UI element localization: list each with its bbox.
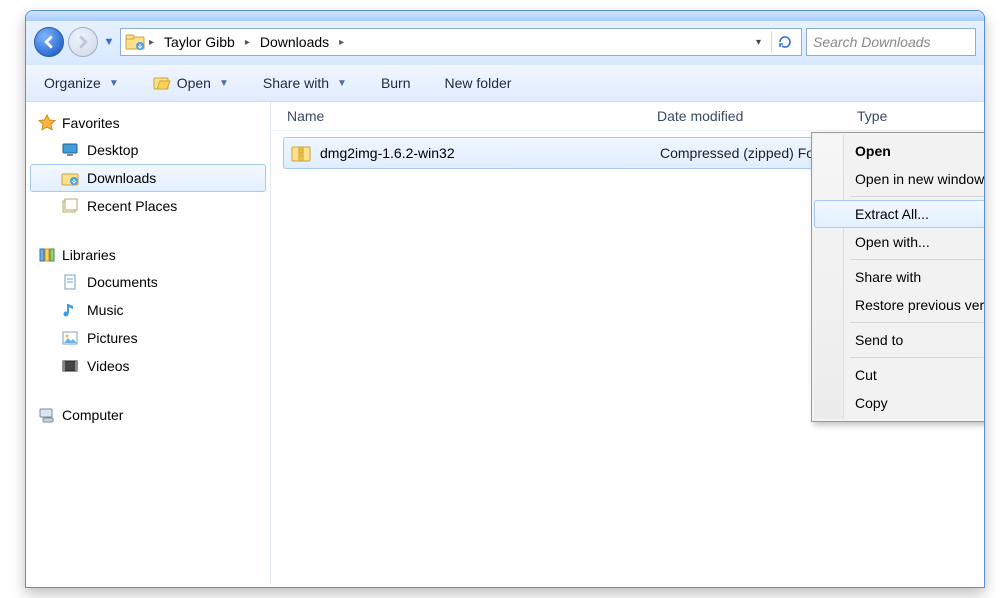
side-label: Music xyxy=(87,302,124,318)
forward-button[interactable] xyxy=(68,27,98,57)
ctx-restore-versions[interactable]: Restore previous versions xyxy=(814,291,985,319)
address-bar[interactable]: ▸ Taylor Gibb ▸ Downloads ▸ ▾ xyxy=(120,28,802,56)
col-type[interactable]: Type xyxy=(857,108,887,124)
downloads-icon xyxy=(61,169,79,187)
open-icon xyxy=(153,74,171,92)
refresh-button[interactable] xyxy=(771,31,797,53)
breadcrumb-seg-user[interactable]: Taylor Gibb xyxy=(158,32,241,52)
explorer-body: Favorites Desktop Downloads Recent Place… xyxy=(26,102,984,584)
sidebar-item-documents[interactable]: Documents xyxy=(30,268,266,296)
libraries-icon xyxy=(38,246,56,264)
toolbar-label: Open xyxy=(177,75,211,91)
toolbar: Organize ▼ Open ▼ Share with ▼ Burn New fol… xyxy=(26,65,984,102)
organize-button[interactable]: Organize ▼ xyxy=(40,72,123,94)
chevron-right-icon: ▸ xyxy=(245,37,250,48)
side-label: Favorites xyxy=(62,115,120,131)
side-label: Desktop xyxy=(87,142,138,158)
explorer-window: ▼ ▸ Taylor Gibb ▸ Downloads ▸ ▾ Search D… xyxy=(25,10,985,588)
zip-folder-icon xyxy=(290,142,312,164)
nav-bar: ▼ ▸ Taylor Gibb ▸ Downloads ▸ ▾ Search D… xyxy=(26,21,984,65)
sidebar-item-music[interactable]: Music xyxy=(30,296,266,324)
col-date[interactable]: Date modified xyxy=(657,108,857,124)
file-name: dmg2img-1.6.2-win32 xyxy=(320,145,660,161)
favorites-header[interactable]: Favorites xyxy=(30,110,266,136)
toolbar-label: Burn xyxy=(381,75,411,91)
ctx-label: Send to xyxy=(855,332,903,348)
toolbar-label: Organize xyxy=(44,75,101,91)
documents-icon xyxy=(61,273,79,291)
side-label: Downloads xyxy=(87,170,156,186)
side-label: Pictures xyxy=(87,330,138,346)
recent-places-icon xyxy=(61,197,79,215)
star-icon xyxy=(38,114,56,132)
folder-icon xyxy=(125,32,145,52)
separator xyxy=(850,322,985,323)
file-list-pane: Name Date modified Type dmg2img-1.6.2-wi… xyxy=(271,102,984,584)
separator xyxy=(850,196,985,197)
ctx-open-new-window[interactable]: Open in new window xyxy=(814,165,985,193)
pictures-icon xyxy=(61,329,79,347)
separator xyxy=(850,259,985,260)
libraries-header[interactable]: Libraries xyxy=(30,242,266,268)
search-input[interactable]: Search Downloads xyxy=(806,28,976,56)
open-button[interactable]: Open ▼ xyxy=(149,71,233,95)
side-label: Documents xyxy=(87,274,158,290)
burn-button[interactable]: Burn xyxy=(377,72,415,94)
nav-history-dropdown[interactable]: ▼ xyxy=(102,36,116,48)
share-with-button[interactable]: Share with ▼ xyxy=(259,72,351,94)
address-dropdown[interactable]: ▾ xyxy=(750,37,767,48)
computer-header[interactable]: Computer xyxy=(30,402,266,428)
new-folder-button[interactable]: New folder xyxy=(441,72,516,94)
separator xyxy=(850,357,985,358)
caret-down-icon: ▼ xyxy=(219,78,229,89)
ctx-label: Share with xyxy=(855,269,921,285)
side-label: Computer xyxy=(62,407,123,423)
ctx-extract-all[interactable]: Extract All... xyxy=(814,200,985,228)
caret-down-icon: ▼ xyxy=(337,78,347,89)
side-label: Libraries xyxy=(62,247,116,263)
ctx-copy[interactable]: Copy xyxy=(814,389,985,417)
sidebar-item-downloads[interactable]: Downloads xyxy=(30,164,266,192)
sidebar-item-recent-places[interactable]: Recent Places xyxy=(30,192,266,220)
sidebar-item-pictures[interactable]: Pictures xyxy=(30,324,266,352)
videos-icon xyxy=(61,357,79,375)
ctx-share-with[interactable]: Share with ▶ xyxy=(814,263,985,291)
caret-down-icon: ▼ xyxy=(109,78,119,89)
computer-icon xyxy=(38,406,56,424)
ctx-send-to[interactable]: Send to ▶ xyxy=(814,326,985,354)
navigation-pane: Favorites Desktop Downloads Recent Place… xyxy=(26,102,271,584)
chevron-right-icon: ▸ xyxy=(149,37,154,48)
col-name[interactable]: Name xyxy=(287,108,657,124)
back-button[interactable] xyxy=(34,27,64,57)
side-label: Videos xyxy=(87,358,130,374)
sidebar-item-desktop[interactable]: Desktop xyxy=(30,136,266,164)
chevron-right-icon: ▸ xyxy=(339,37,344,48)
context-menu: Open Open in new window Extract All... O… xyxy=(811,132,985,422)
side-label: Recent Places xyxy=(87,198,177,214)
toolbar-label: New folder xyxy=(445,75,512,91)
ctx-open[interactable]: Open xyxy=(814,137,985,165)
window-titlebar[interactable] xyxy=(26,11,984,21)
sidebar-item-videos[interactable]: Videos xyxy=(30,352,266,380)
ctx-open-with[interactable]: Open with... xyxy=(814,228,985,256)
music-icon xyxy=(61,301,79,319)
breadcrumb-seg-downloads[interactable]: Downloads xyxy=(254,32,335,52)
desktop-icon xyxy=(61,141,79,159)
ctx-cut[interactable]: Cut xyxy=(814,361,985,389)
toolbar-label: Share with xyxy=(263,75,329,91)
column-headers[interactable]: Name Date modified Type xyxy=(271,102,984,131)
